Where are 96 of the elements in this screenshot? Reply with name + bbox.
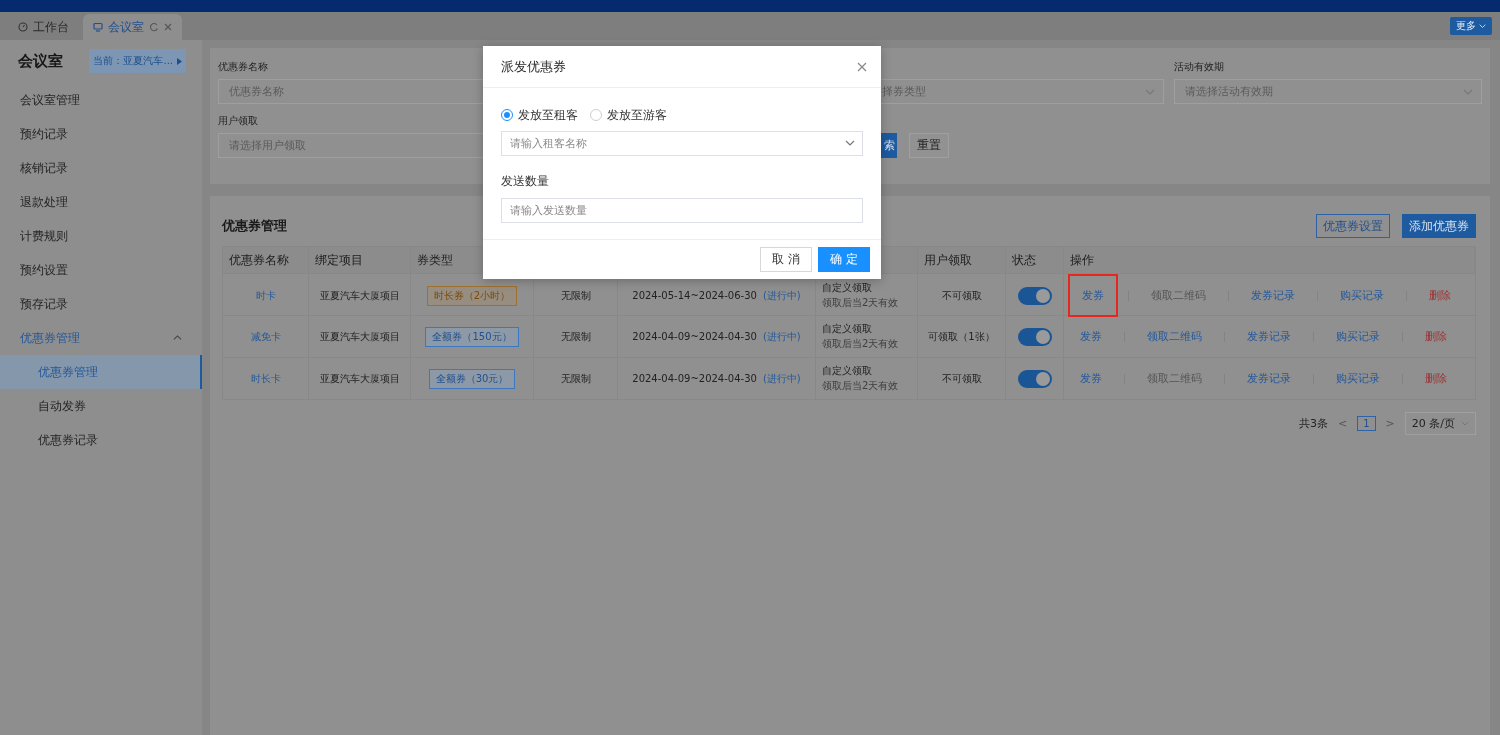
sidebar-item[interactable]: 计费规则 bbox=[0, 219, 202, 253]
table-cell: 自定义领取 bbox=[822, 281, 872, 295]
sidebar-item[interactable]: 预约设置 bbox=[0, 253, 202, 287]
sidebar-item[interactable]: 优惠券管理 bbox=[0, 321, 202, 355]
table-cell: 自定义领取 bbox=[822, 322, 872, 336]
sidebar-subitem[interactable]: 优惠券记录 bbox=[0, 423, 202, 457]
table-cell-note: 领取后当2天有效 bbox=[822, 296, 899, 310]
action-link[interactable]: 删除 bbox=[1413, 329, 1459, 344]
filter-label: 用户领取 bbox=[218, 114, 258, 128]
chevron-down-icon bbox=[1479, 23, 1486, 29]
action-link[interactable]: 发券记录 bbox=[1235, 371, 1303, 386]
action-link[interactable]: 发券记录 bbox=[1239, 288, 1307, 303]
sidebar-item[interactable]: 预存记录 bbox=[0, 287, 202, 321]
quantity-field[interactable]: 请输入发送数量 bbox=[501, 198, 863, 223]
settings-button[interactable]: 优惠券设置 bbox=[1316, 214, 1390, 238]
sidebar-subitem[interactable]: 自动发券 bbox=[0, 389, 202, 423]
table-cell: 2024-04-09~2024-04-30 bbox=[632, 331, 757, 342]
coupon-name-link[interactable]: 时卡 bbox=[255, 288, 276, 303]
column-header: 状态 bbox=[1012, 251, 1036, 269]
action-link[interactable]: 购买记录 bbox=[1324, 371, 1392, 386]
chevron-up-icon bbox=[173, 335, 182, 341]
table-cell: 无限制 bbox=[560, 288, 591, 303]
caret-icon bbox=[177, 57, 182, 65]
sidebar-item[interactable]: 预约记录 bbox=[0, 117, 202, 151]
coupon-type-tag: 全额券（150元） bbox=[425, 326, 519, 347]
column-header: 操作 bbox=[1070, 251, 1094, 269]
column-header: 券类型 bbox=[417, 251, 453, 269]
status-toggle[interactable] bbox=[1017, 327, 1052, 346]
tab[interactable]: 会议室 bbox=[83, 14, 182, 40]
radio-option[interactable]: 发放至游客 bbox=[590, 106, 667, 124]
cancel-button[interactable]: 取 消 bbox=[760, 247, 813, 272]
table-cell: 2024-04-09~2024-04-30 bbox=[632, 373, 757, 384]
page-number[interactable]: 1 bbox=[1357, 416, 1376, 431]
tab-controls-icon[interactable] bbox=[149, 22, 172, 32]
table-cell: 不可领取 bbox=[941, 288, 982, 303]
action-link[interactable]: 发券 bbox=[1068, 274, 1118, 317]
close-icon[interactable] bbox=[857, 61, 867, 72]
column-header: 优惠券名称 bbox=[229, 251, 289, 269]
dialog-title: 派发优惠券 bbox=[501, 57, 566, 76]
page-size-select[interactable]: 20 条/页 bbox=[1404, 412, 1476, 435]
status-toggle[interactable] bbox=[1017, 369, 1052, 388]
prev-page-button[interactable]: < bbox=[1338, 417, 1348, 430]
sidebar-subitem[interactable]: 优惠券管理 bbox=[0, 355, 202, 389]
table-cell: 亚夏汽车大厦项目 bbox=[319, 329, 400, 344]
more-button[interactable]: 更多 bbox=[1450, 17, 1492, 35]
status-toggle[interactable] bbox=[1017, 286, 1052, 305]
status-text: (进行中) bbox=[762, 329, 801, 344]
sidebar-item[interactable]: 会议室管理 bbox=[0, 83, 202, 117]
column-header: 用户领取 bbox=[924, 251, 972, 269]
action-link[interactable]: 删除 bbox=[1417, 288, 1463, 303]
chevron-down-icon bbox=[1144, 88, 1155, 95]
total-count: 共3条 bbox=[1299, 416, 1328, 431]
table-cell-note: 领取后当2天有效 bbox=[822, 379, 899, 393]
sidebar-item[interactable]: 退款处理 bbox=[0, 185, 202, 219]
tab[interactable]: 工作台 bbox=[8, 14, 79, 40]
sidebar-title: 会议室 bbox=[18, 51, 63, 71]
table-cell: 亚夏汽车大厦项目 bbox=[319, 371, 400, 386]
chevron-down-icon bbox=[845, 140, 855, 146]
table-cell: 无限制 bbox=[560, 329, 591, 344]
action-link[interactable]: 发券 bbox=[1068, 371, 1114, 386]
table-cell: 不可领取 bbox=[941, 371, 982, 386]
status-text: (进行中) bbox=[762, 288, 801, 303]
radio-option[interactable]: 发放至租客 bbox=[501, 106, 578, 124]
table-title: 优惠券管理 bbox=[222, 217, 287, 235]
current-project-badge[interactable]: 当前：亚夏汽车... bbox=[89, 49, 186, 73]
table-cell-note: 领取后当2天有效 bbox=[822, 337, 899, 351]
status-text: (进行中) bbox=[762, 371, 801, 386]
table-cell: 无限制 bbox=[560, 371, 591, 386]
add-button[interactable]: 添加优惠券 bbox=[1402, 214, 1476, 238]
coupon-type-tag: 全额券（30元） bbox=[428, 368, 516, 389]
coupon-type-tag: 时长券（2小时） bbox=[426, 285, 518, 306]
action-link[interactable]: 购买记录 bbox=[1328, 288, 1396, 303]
monitor-icon bbox=[93, 22, 103, 32]
action-link[interactable]: 发券 bbox=[1068, 329, 1114, 344]
table-cell: 可领取（1张） bbox=[928, 329, 995, 344]
reset-button[interactable]: 重置 bbox=[909, 133, 949, 158]
confirm-button[interactable]: 确 定 bbox=[818, 247, 870, 272]
coupon-name-link[interactable]: 减免卡 bbox=[250, 329, 281, 344]
action-link[interactable]: 领取二维码 bbox=[1135, 329, 1214, 344]
next-page-button[interactable]: > bbox=[1385, 417, 1395, 430]
field-label: 发送数量 bbox=[501, 173, 550, 190]
action-link[interactable]: 购买记录 bbox=[1324, 329, 1392, 344]
column-header: 绑定项目 bbox=[315, 251, 363, 269]
chevron-down-icon bbox=[1461, 421, 1469, 426]
coupon-name-link[interactable]: 时长卡 bbox=[250, 371, 281, 386]
table-cell: 亚夏汽车大厦项目 bbox=[319, 288, 400, 303]
table-cell: 2024-05-14~2024-06-30 bbox=[632, 290, 757, 301]
chevron-down-icon bbox=[1463, 88, 1473, 95]
action-link[interactable]: 删除 bbox=[1413, 371, 1459, 386]
tenant-select[interactable]: 请输入租客名称 bbox=[501, 131, 863, 156]
filter-label: 活动有效期 bbox=[1173, 60, 1224, 74]
gauge-icon bbox=[18, 22, 28, 32]
table-cell: 自定义领取 bbox=[822, 364, 872, 378]
sidebar-item[interactable]: 核销记录 bbox=[0, 151, 202, 185]
filter-label: 优惠券名称 bbox=[218, 60, 268, 74]
action-link[interactable]: 发券记录 bbox=[1235, 329, 1303, 344]
